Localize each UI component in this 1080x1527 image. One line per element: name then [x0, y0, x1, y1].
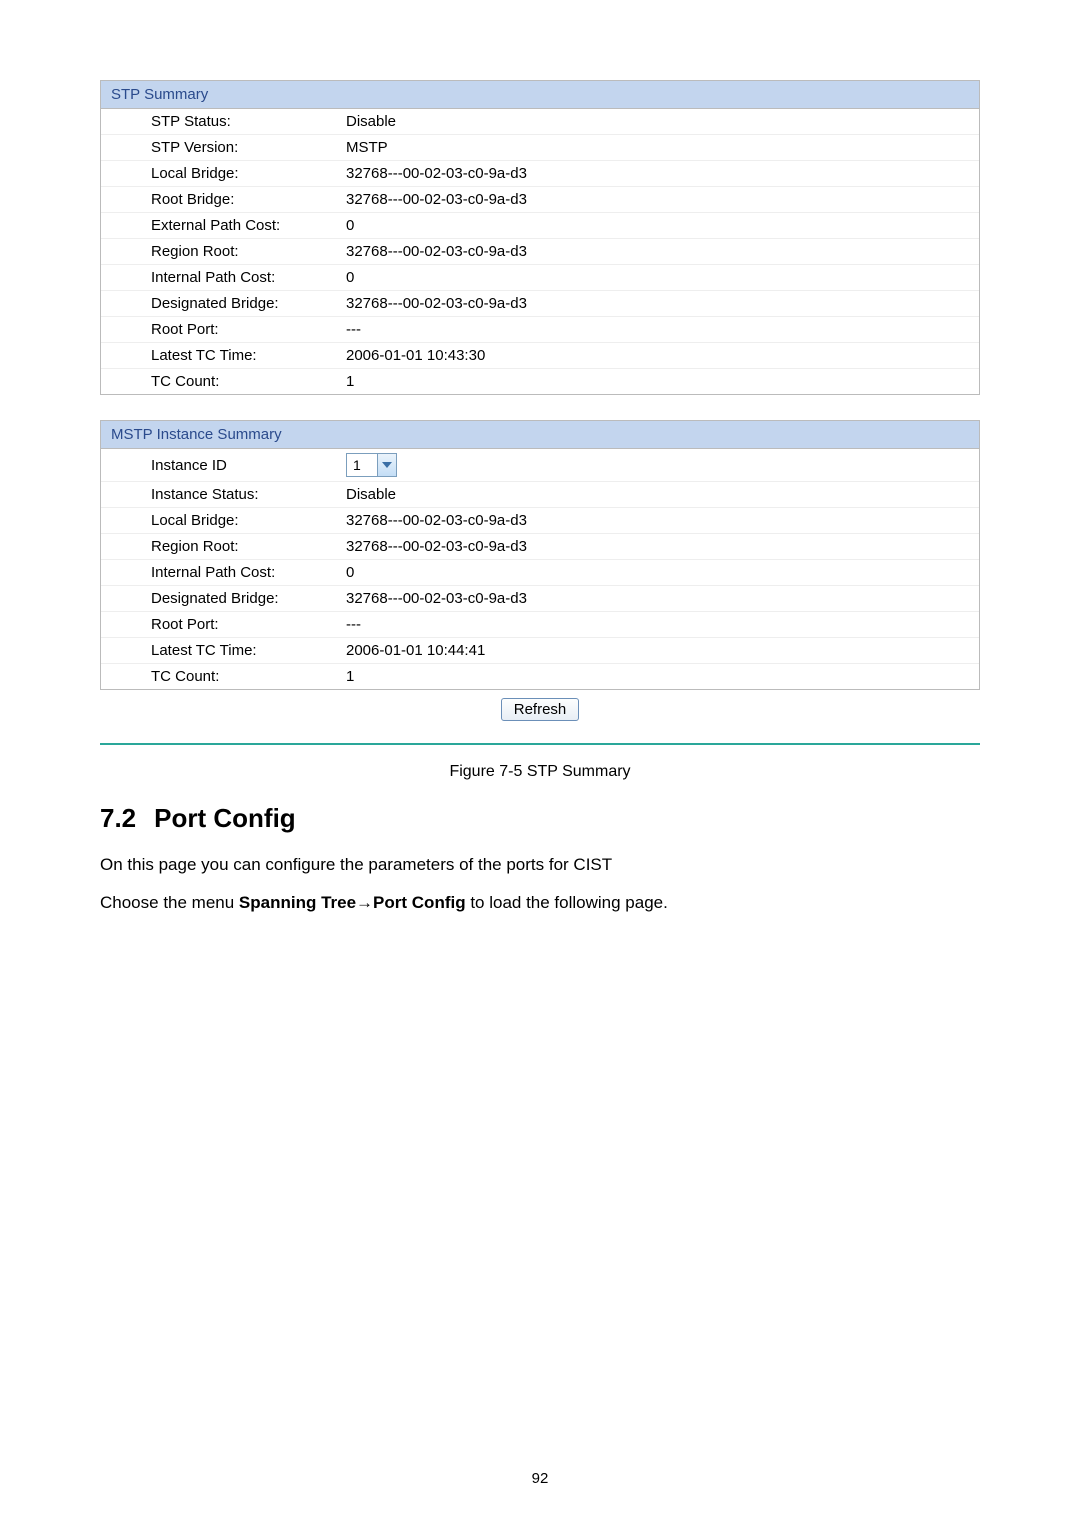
value-m-tc-count: 1	[346, 668, 979, 685]
value-root-bridge: 32768---00-02-03-c0-9a-d3	[346, 191, 979, 208]
label-local-bridge: Local Bridge:	[151, 165, 346, 182]
label-m-int-path-cost: Internal Path Cost:	[151, 564, 346, 581]
value-int-path-cost: 0	[346, 269, 979, 286]
chevron-down-icon[interactable]	[377, 454, 396, 476]
value-m-local-bridge: 32768---00-02-03-c0-9a-d3	[346, 512, 979, 529]
label-instance-status: Instance Status:	[151, 486, 346, 503]
label-m-designated-bridge: Designated Bridge:	[151, 590, 346, 607]
page-number: 92	[0, 1470, 1080, 1487]
section-number: 7.2	[100, 803, 136, 834]
value-stp-version: MSTP	[346, 139, 979, 156]
section-title: Port Config	[154, 803, 296, 833]
label-root-port: Root Port:	[151, 321, 346, 338]
stp-row: Internal Path Cost: 0	[101, 265, 979, 291]
value-m-latest-tc-time: 2006-01-01 10:44:41	[346, 642, 979, 659]
label-m-local-bridge: Local Bridge:	[151, 512, 346, 529]
stp-summary-panel: STP Summary STP Status: Disable STP Vers…	[100, 80, 980, 395]
para2-prefix: Choose the menu	[100, 893, 239, 912]
value-local-bridge: 32768---00-02-03-c0-9a-d3	[346, 165, 979, 182]
value-designated-bridge: 32768---00-02-03-c0-9a-d3	[346, 295, 979, 312]
button-row: Refresh	[100, 690, 980, 733]
stp-row: Root Port: ---	[101, 317, 979, 343]
mstp-row: TC Count: 1	[101, 664, 979, 689]
stp-row: Latest TC Time: 2006-01-01 10:43:30	[101, 343, 979, 369]
stp-row: Region Root: 32768---00-02-03-c0-9a-d3	[101, 239, 979, 265]
value-instance-id: 1	[346, 453, 979, 477]
stp-row: STP Status: Disable	[101, 109, 979, 135]
paragraph-2: Choose the menu Spanning Tree→Port Confi…	[100, 890, 980, 916]
label-latest-tc-time: Latest TC Time:	[151, 347, 346, 364]
para2-menu-path: Spanning Tree→Port Config	[239, 893, 466, 912]
stp-row: Designated Bridge: 32768---00-02-03-c0-9…	[101, 291, 979, 317]
stp-row: Local Bridge: 32768---00-02-03-c0-9a-d3	[101, 161, 979, 187]
label-stp-version: STP Version:	[151, 139, 346, 156]
label-m-region-root: Region Root:	[151, 538, 346, 555]
value-instance-status: Disable	[346, 486, 979, 503]
label-m-tc-count: TC Count:	[151, 668, 346, 685]
label-region-root: Region Root:	[151, 243, 346, 260]
value-m-int-path-cost: 0	[346, 564, 979, 581]
mstp-row: Instance Status: Disable	[101, 482, 979, 508]
stp-row: External Path Cost: 0	[101, 213, 979, 239]
stp-row: Root Bridge: 32768---00-02-03-c0-9a-d3	[101, 187, 979, 213]
divider	[100, 743, 980, 745]
value-stp-status: Disable	[346, 113, 979, 130]
mstp-row-instance-id: Instance ID 1	[101, 449, 979, 482]
value-ext-path-cost: 0	[346, 217, 979, 234]
label-tc-count: TC Count:	[151, 373, 346, 390]
mstp-row: Internal Path Cost: 0	[101, 560, 979, 586]
paragraph-1: On this page you can configure the param…	[100, 852, 980, 878]
mstp-row: Root Port: ---	[101, 612, 979, 638]
mstp-row: Region Root: 32768---00-02-03-c0-9a-d3	[101, 534, 979, 560]
instance-id-select-value: 1	[347, 457, 377, 473]
value-latest-tc-time: 2006-01-01 10:43:30	[346, 347, 979, 364]
mstp-summary-panel: MSTP Instance Summary Instance ID 1 Inst…	[100, 420, 980, 690]
label-ext-path-cost: External Path Cost:	[151, 217, 346, 234]
label-instance-id: Instance ID	[151, 457, 346, 474]
para2-suffix: to load the following page.	[466, 893, 668, 912]
value-region-root: 32768---00-02-03-c0-9a-d3	[346, 243, 979, 260]
value-m-root-port: ---	[346, 616, 979, 633]
stp-row: STP Version: MSTP	[101, 135, 979, 161]
value-m-designated-bridge: 32768---00-02-03-c0-9a-d3	[346, 590, 979, 607]
figure-caption: Figure 7-5 STP Summary	[100, 763, 980, 781]
refresh-button[interactable]: Refresh	[501, 698, 580, 721]
label-stp-status: STP Status:	[151, 113, 346, 130]
stp-row: TC Count: 1	[101, 369, 979, 394]
stp-summary-header: STP Summary	[101, 81, 979, 109]
instance-id-select[interactable]: 1	[346, 453, 397, 477]
label-designated-bridge: Designated Bridge:	[151, 295, 346, 312]
section-heading: 7.2 Port Config	[100, 803, 980, 834]
value-root-port: ---	[346, 321, 979, 338]
value-tc-count: 1	[346, 373, 979, 390]
mstp-row: Local Bridge: 32768---00-02-03-c0-9a-d3	[101, 508, 979, 534]
label-root-bridge: Root Bridge:	[151, 191, 346, 208]
mstp-row: Designated Bridge: 32768---00-02-03-c0-9…	[101, 586, 979, 612]
label-int-path-cost: Internal Path Cost:	[151, 269, 346, 286]
mstp-row: Latest TC Time: 2006-01-01 10:44:41	[101, 638, 979, 664]
mstp-summary-header: MSTP Instance Summary	[101, 421, 979, 449]
value-m-region-root: 32768---00-02-03-c0-9a-d3	[346, 538, 979, 555]
label-m-latest-tc-time: Latest TC Time:	[151, 642, 346, 659]
label-m-root-port: Root Port:	[151, 616, 346, 633]
